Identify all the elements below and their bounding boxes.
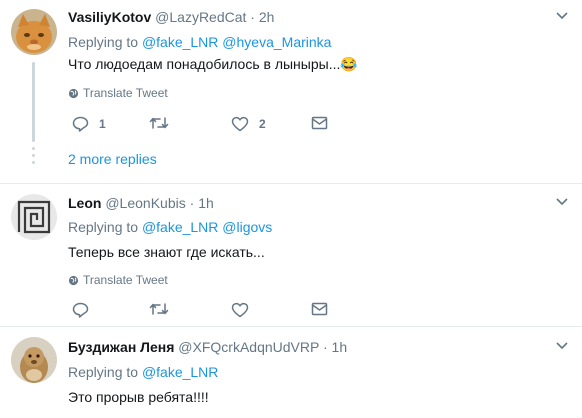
laughing-emoji: 😂 — [340, 56, 358, 72]
more-replies-link[interactable]: 2 more replies — [68, 151, 157, 167]
retweet-button[interactable] — [149, 116, 169, 130]
thread-dot — [32, 154, 35, 157]
replying-to-label: Replying to — [68, 364, 142, 380]
tweet-header: VasiliyKotov @LazyRedCat · 2h — [68, 9, 274, 25]
replying-to: Replying to @fake_LNR @ligovs — [68, 219, 272, 235]
tweet-buzdizhan[interactable]: Буздижан Леня @XFQcrkAdqnUdVRP · 1h Repl… — [0, 326, 582, 418]
direct-message-button[interactable] — [311, 302, 328, 316]
display-name[interactable]: VasiliyKotov — [68, 9, 151, 25]
replying-to-label: Replying to — [68, 219, 142, 235]
mention-link[interactable]: @fake_LNR — [142, 364, 218, 380]
chevron-down-icon[interactable] — [556, 342, 568, 350]
chevron-down-icon[interactable] — [556, 12, 568, 20]
like-button[interactable] — [231, 302, 249, 318]
user-handle[interactable]: @LazyRedCat — [155, 9, 246, 25]
replying-to: Replying to @fake_LNR — [68, 364, 218, 380]
retweet-icon — [149, 303, 169, 315]
user-handle[interactable]: @XFQcrkAdqnUdVRP — [178, 339, 319, 355]
translate-tweet[interactable]: Translate Tweet — [68, 273, 168, 287]
tweet-text-content: Что людоедам понадобилось в лыныры... — [68, 56, 341, 72]
reply-button[interactable] — [72, 302, 89, 318]
timestamp[interactable]: 2h — [259, 9, 275, 25]
tweet-header: Буздижан Леня @XFQcrkAdqnUdVRP · 1h — [68, 339, 347, 355]
reply-button[interactable]: 1 — [72, 116, 106, 132]
like-button[interactable]: 2 — [231, 116, 266, 132]
tweet-leon[interactable]: Leon @LeonKubis · 1h Replying to @fake_L… — [0, 183, 582, 327]
tweet-vasiliykotov[interactable]: VasiliyKotov @LazyRedCat · 2h Replying t… — [0, 0, 582, 183]
retweet-icon — [149, 117, 169, 129]
heart-icon — [231, 302, 249, 318]
thread-dot — [32, 161, 35, 164]
tweet-text: Это прорыв ребята!!!! — [68, 389, 209, 405]
translate-label: Translate Tweet — [83, 273, 168, 287]
tweet-header: Leon @LeonKubis · 1h — [68, 195, 214, 211]
mention-link[interactable]: @fake_LNR — [142, 34, 218, 50]
replying-to-label: Replying to — [68, 34, 142, 50]
user-handle[interactable]: @LeonKubis — [105, 195, 185, 211]
timestamp[interactable]: 1h — [198, 195, 214, 211]
timestamp[interactable]: 1h — [332, 339, 348, 355]
like-count: 2 — [259, 117, 266, 131]
display-name[interactable]: Leon — [68, 195, 101, 211]
separator: · — [319, 339, 332, 355]
tweet-text: Что людоедам понадобилось в лыныры...😂 — [68, 56, 358, 73]
direct-message-button[interactable] — [311, 116, 328, 130]
reply-icon — [72, 302, 89, 318]
reply-icon — [72, 116, 89, 132]
thread-line — [32, 62, 35, 142]
separator: · — [246, 9, 259, 25]
envelope-icon — [311, 302, 328, 316]
mention-link[interactable]: @fake_LNR — [142, 219, 218, 235]
mention-link[interactable]: @ligovs — [222, 219, 272, 235]
heart-icon — [231, 116, 249, 132]
globe-icon — [68, 88, 79, 99]
tweet-actions: 1 2 — [68, 116, 338, 136]
tweet-text: Теперь все знают где искать... — [68, 244, 265, 260]
globe-icon — [68, 275, 79, 286]
replying-to: Replying to @fake_LNR @hyeva_Marinka — [68, 34, 331, 50]
display-name[interactable]: Буздижан Леня — [68, 339, 174, 355]
thread-dot — [32, 147, 35, 150]
avatar[interactable] — [11, 337, 57, 383]
translate-label: Translate Tweet — [83, 86, 168, 100]
retweet-button[interactable] — [149, 302, 169, 316]
mention-link[interactable]: @hyeva_Marinka — [222, 34, 331, 50]
avatar[interactable] — [11, 9, 57, 55]
reply-count: 1 — [99, 117, 106, 131]
chevron-down-icon[interactable] — [556, 198, 568, 206]
envelope-icon — [311, 116, 328, 130]
tweet-actions — [68, 302, 338, 322]
avatar[interactable] — [11, 194, 57, 240]
separator: · — [185, 195, 199, 211]
translate-tweet[interactable]: Translate Tweet — [68, 86, 168, 100]
